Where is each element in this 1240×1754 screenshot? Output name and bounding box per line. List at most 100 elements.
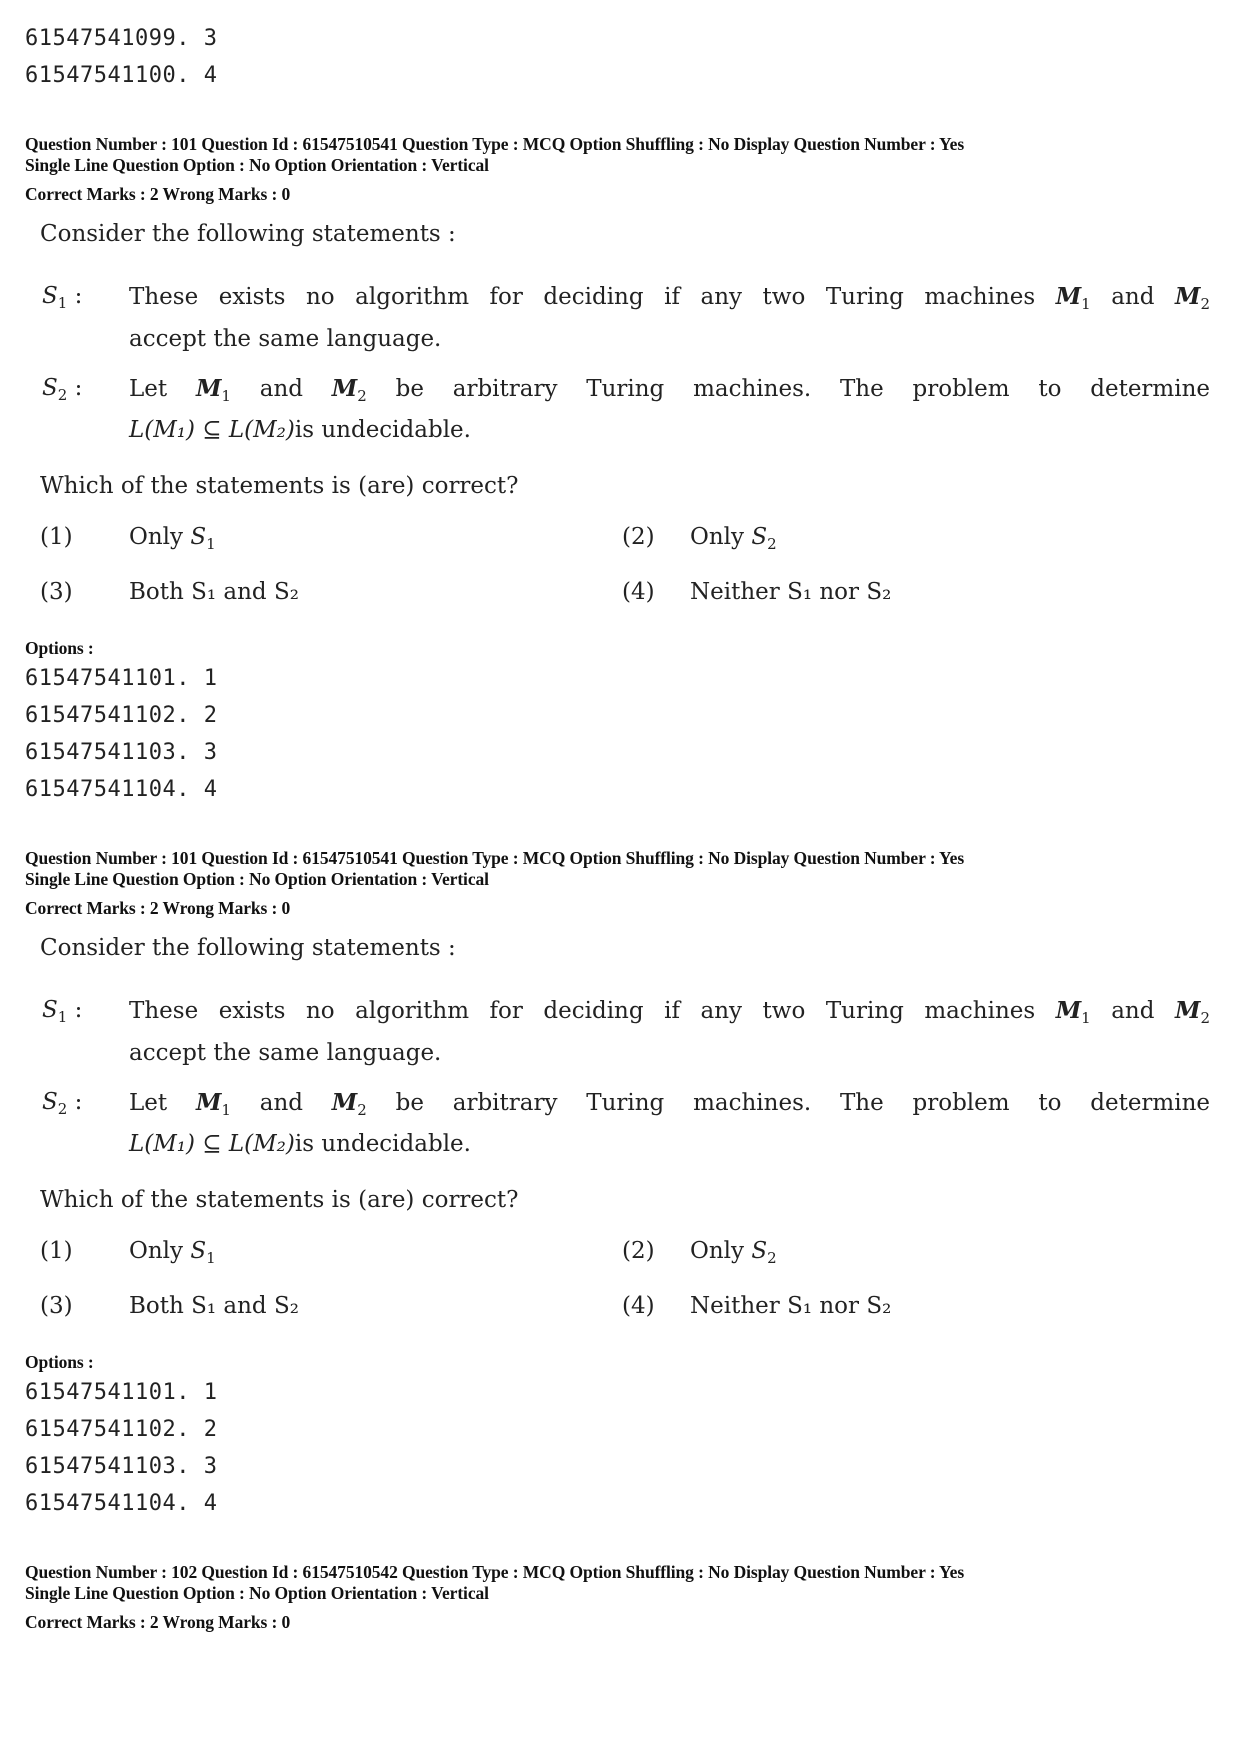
option-id-row: 61547541099. 3 (25, 26, 218, 51)
text-fragment: Let (129, 376, 168, 402)
text-fragment: M (331, 375, 358, 402)
statement-label-s1: S1 : (42, 997, 83, 1026)
statement-s1-line2: accept the same language. (129, 1040, 442, 1066)
choice-4-number: (4) (622, 579, 655, 605)
text-fragment: Only S (690, 524, 768, 550)
option-id-row: 61547541103. 3 (25, 740, 218, 765)
text-fragment: 61547541102 (25, 1417, 177, 1442)
subset-expression: L(M₁) ⊆ L(M₂) (129, 1131, 295, 1157)
statement-symbol: S (751, 1238, 768, 1264)
text-fragment: 2 (767, 535, 777, 553)
text-fragment: 3 (203, 1454, 218, 1479)
text-fragment: S (42, 997, 58, 1023)
text-fragment: and (1111, 998, 1155, 1024)
text-fragment: Only S (690, 1238, 768, 1264)
statement-s2-line1: Let M1 and M2 be arbitrary Turing machin… (129, 375, 1211, 405)
question-header-line2: Single Line Question Option : No Option … (25, 1583, 489, 1603)
statement-s2-line1: Let M1 and M2 be arbitrary Turing machin… (129, 1089, 1211, 1119)
text-fragment: be arbitrary Turing machines. The proble… (395, 376, 1211, 402)
text-fragment: 61547541101 (25, 1380, 177, 1405)
text-fragment: 61547541102 (25, 703, 177, 728)
choice-2-number: (2) (622, 1238, 655, 1264)
text-fragment: 1 (221, 387, 231, 405)
option-id: 61547541099 (25, 26, 177, 51)
options-label: Options : (25, 1352, 94, 1372)
option-id-row: 61547541101. 1 (25, 666, 218, 691)
text-fragment: 2 (767, 1249, 777, 1267)
text-fragment: 4 (203, 1491, 218, 1516)
choice-4-number: (4) (622, 1293, 655, 1319)
option-id-row: 61547541103. 3 (25, 1454, 218, 1479)
text-fragment: 2 (57, 1100, 68, 1118)
text-fragment: 4 (203, 777, 218, 802)
choice-2-text: Only S2 (690, 524, 777, 553)
text-fragment: 2 (357, 1101, 367, 1119)
choice-3-text: Both S₁ and S₂ (129, 579, 299, 605)
option-id-row: 61547541102. 2 (25, 703, 218, 728)
text-fragment: 1 (203, 1380, 218, 1405)
text-fragment: 61547541104 (25, 777, 177, 802)
option-id-row: 61547541102. 2 (25, 1417, 218, 1442)
text-fragment: M (331, 1089, 358, 1116)
choice-1-number: (1) (40, 524, 73, 550)
text-fragment: 1 (1081, 295, 1091, 313)
question-prompt: Which of the statements is (are) correct… (40, 473, 519, 499)
question-marks: Correct Marks : 2 Wrong Marks : 0 (25, 898, 291, 918)
text-fragment: 61547541103 (25, 740, 177, 765)
choice-4-text: Neither S₁ nor S₂ (690, 579, 892, 605)
question-prompt: Which of the statements is (are) correct… (40, 1187, 519, 1213)
text-fragment: 2 (203, 1417, 218, 1442)
text-fragment: M (195, 1089, 222, 1116)
statement-s2-line2: L(M₁) ⊆ L(M₂)is undecidable. (129, 417, 471, 443)
text-fragment: Let (129, 1090, 168, 1116)
choice-4-text: Neither S₁ nor S₂ (690, 1293, 892, 1319)
text-fragment: is undecidable. (294, 1131, 471, 1157)
text-fragment: 2 (1200, 1009, 1210, 1027)
text-fragment: These exists no algorithm for deciding i… (129, 284, 1036, 310)
choice-2-number: (2) (622, 524, 655, 550)
text-fragment: and (1111, 284, 1155, 310)
text-fragment: 2 (57, 386, 68, 404)
text-fragment: and (259, 1090, 303, 1116)
statement-symbol: S (751, 524, 768, 550)
question-marks: Correct Marks : 2 Wrong Marks : 0 (25, 184, 291, 204)
statement-label-s1: S1 : (42, 283, 83, 312)
statement-label-s2: S2 : (42, 1089, 83, 1118)
choice-1-text: Only S1 (129, 524, 216, 552)
option-id-row: 61547541100. 4 (25, 63, 218, 88)
option-id-row: 61547541104. 4 (25, 777, 218, 802)
statement-s1-line1: These exists no algorithm for deciding i… (129, 283, 1210, 313)
question-header-line1: Question Number : 101 Question Id : 6154… (25, 848, 965, 868)
option-value: 4 (203, 63, 218, 88)
text-fragment: 1 (57, 1008, 68, 1026)
question-intro: Consider the following statements : (40, 221, 456, 247)
text-fragment: Only S (129, 524, 207, 550)
text-fragment: 61547541103 (25, 1454, 177, 1479)
text-fragment: 1 (221, 1101, 231, 1119)
text-fragment: 2 (203, 703, 218, 728)
options-label: Options : (25, 638, 94, 658)
text-fragment: S (42, 1089, 58, 1115)
choice-3-number: (3) (40, 1293, 73, 1319)
text-fragment: 1 (203, 666, 218, 691)
text-fragment: Only S (129, 1238, 207, 1264)
text-fragment: 2 (357, 387, 367, 405)
text-fragment: 61547541104 (25, 1491, 177, 1516)
question-intro: Consider the following statements : (40, 935, 456, 961)
statement-s2-line2: L(M₁) ⊆ L(M₂)is undecidable. (129, 1131, 471, 1157)
text-fragment: 1 (1081, 1009, 1091, 1027)
question-header-line2: Single Line Question Option : No Option … (25, 869, 489, 889)
option-id-row: 61547541101. 1 (25, 1380, 218, 1405)
text-fragment: 3 (203, 740, 218, 765)
text-fragment: S (42, 283, 58, 309)
text-fragment: be arbitrary Turing machines. The proble… (395, 1090, 1211, 1116)
choice-3-number: (3) (40, 579, 73, 605)
choice-3-text: Both S₁ and S₂ (129, 1293, 299, 1319)
option-value: 3 (203, 26, 218, 51)
question-header-line1: Question Number : 101 Question Id : 6154… (25, 134, 965, 154)
text-fragment: M (1055, 997, 1082, 1024)
text-fragment: 1 (206, 1249, 216, 1267)
text-fragment: M (1055, 283, 1082, 310)
text-fragment: M (1174, 997, 1201, 1024)
statement-s1-line1: These exists no algorithm for deciding i… (129, 997, 1210, 1027)
